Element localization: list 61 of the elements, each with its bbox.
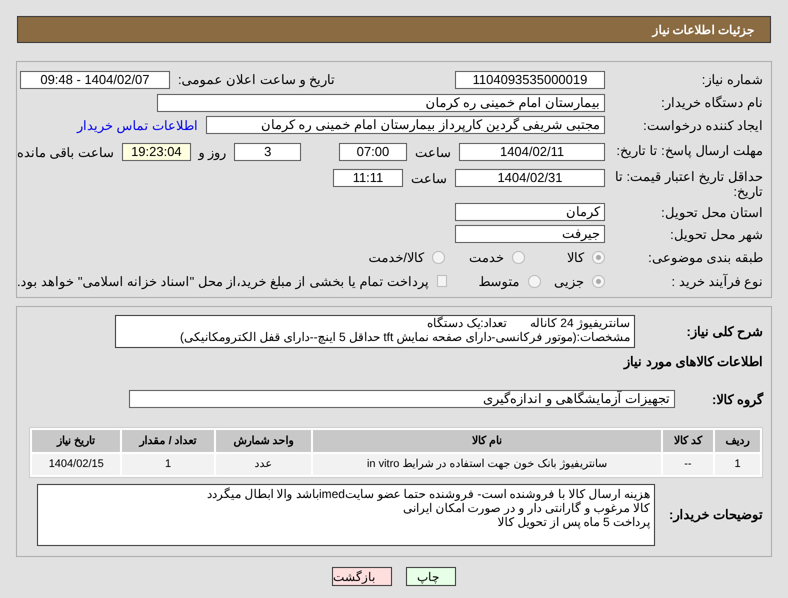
table-cell: 1 bbox=[122, 454, 214, 475]
column-header: ردیف bbox=[715, 430, 760, 452]
description-box: سانتریفیوژ 24 کاناله تعداد:یک دستگاه مشخصات:(موتور فرکانسی-دارای صفحه نمایش tft حداقل 5 اینچ--دارای قفل الکترومکانیکی) bbox=[115, 315, 635, 348]
value-field: جیرفت bbox=[455, 225, 605, 244]
section-heading: اطلاعات کالاهای مورد نیاز bbox=[622, 353, 763, 372]
field-label: نام دستگاه خریدار: bbox=[660, 95, 763, 110]
value-field: 11:11 bbox=[333, 169, 403, 188]
radio-button[interactable] bbox=[592, 250, 605, 264]
field-text: تاریخ و ساعت اعلان عمومی: bbox=[178, 71, 335, 90]
field-label: شماره نیاز: bbox=[700, 72, 763, 88]
column-header: کد کالا bbox=[662, 430, 714, 452]
field-label: طبقه بندی موضوعی: bbox=[647, 250, 763, 265]
field-text: خدمت bbox=[469, 248, 504, 267]
contact-link[interactable]: اطلاعات تماس خریدار bbox=[76, 116, 198, 135]
field-label: ایجاد کننده درخواست: bbox=[642, 118, 763, 133]
table-cell: عدد bbox=[216, 454, 312, 475]
field-text: ساعت باقی مانده bbox=[17, 144, 114, 162]
back-button[interactable]: بازگشت bbox=[332, 567, 392, 586]
value-field: کرمان bbox=[455, 203, 605, 222]
field-text: پرداخت تمام یا بخشی از مبلغ خرید،از محل "اسناد خزانه اسلامی" خواهد بود. bbox=[16, 272, 430, 291]
field-text: کالا/خدمت bbox=[368, 248, 424, 267]
value-field: 1104093535000019 bbox=[455, 70, 605, 89]
value-field: 19:23:04 bbox=[122, 143, 190, 161]
field-label: شرح کلی نیاز: bbox=[685, 322, 763, 342]
value-field: مجتبی شریفی گردین کارپرداز بیمارستان امام خمینی ره کرمان bbox=[206, 116, 605, 134]
field-label: نوع فرآیند خرید : bbox=[670, 274, 763, 289]
field-label: شهر محل تحویل: bbox=[669, 226, 763, 242]
header-title: جزئیات اطلاعات نیاز bbox=[652, 22, 754, 38]
field-text: ساعت bbox=[411, 170, 447, 188]
value-field: تجهیزات آزمایشگاهی و اندازه‌گیری bbox=[129, 390, 675, 408]
column-header: نام کالا bbox=[313, 430, 661, 452]
value-field: 1404/02/11 bbox=[459, 143, 605, 161]
field-label: گروه کالا: bbox=[711, 390, 763, 409]
radio-button[interactable] bbox=[432, 250, 445, 264]
notes-box: هزینه ارسال کالا با فروشنده است- فروشنده حتما عضو سایتimedباشد والا ابطال میگردد کالا مرغوب و گارانتی دار و در صورت امکان ایرانی پرداخت 5 ماه پس از تحویل کالا bbox=[37, 484, 655, 546]
value-field: 1404/02/31 bbox=[455, 169, 605, 188]
checkbox[interactable] bbox=[437, 275, 447, 288]
field-text: متوسط bbox=[478, 272, 520, 291]
radio-button[interactable] bbox=[592, 274, 605, 288]
value-field: بیمارستان امام خمینی ره کرمان bbox=[157, 94, 605, 112]
field-text: روز و bbox=[198, 144, 226, 162]
table-cell: 1404/02/15 bbox=[32, 454, 120, 475]
column-header: تاریخ نیاز bbox=[32, 430, 120, 452]
table-cell: سانتریفیوژ بانک خون جهت استفاده در شرایط in vitro bbox=[313, 454, 661, 475]
field-text: جزیی bbox=[554, 272, 584, 291]
field-text: کالا bbox=[567, 248, 584, 267]
value-field: 1404/02/07 - 09:48 bbox=[20, 70, 170, 89]
column-header: تعداد / مقدار bbox=[122, 430, 214, 452]
print-button[interactable]: چاپ bbox=[406, 567, 456, 586]
table-cell: 1 bbox=[715, 454, 760, 475]
column-header: واحد شمارش bbox=[216, 430, 312, 452]
radio-button[interactable] bbox=[528, 274, 541, 288]
value-field: 3 bbox=[234, 143, 302, 161]
value-field: 07:00 bbox=[338, 143, 408, 161]
radio-button[interactable] bbox=[512, 250, 525, 264]
field-label: مهلت ارسال پاسخ: تا تاریخ: bbox=[615, 143, 763, 158]
field-text: ساعت bbox=[415, 144, 452, 162]
field-label: استان محل تحویل: bbox=[660, 204, 763, 220]
field-label: توضیحات خریدار: bbox=[668, 506, 763, 524]
table-cell: -- bbox=[662, 454, 714, 475]
field-label: حداقل تاریخ اعتبار قیمت: تا تاریخ: bbox=[614, 169, 763, 200]
